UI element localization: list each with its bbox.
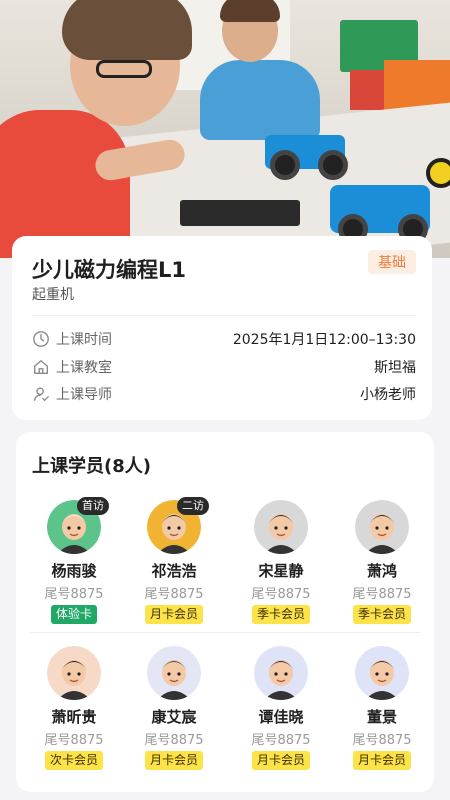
phone-tail: 尾号8875 [352, 733, 412, 748]
level-tag: 基础 [368, 250, 416, 274]
classroom-label: 上课教室 [56, 360, 112, 376]
student-item[interactable]: 二访祁浩浩尾号8875 月卡会员 [124, 497, 224, 624]
students-card: 上课学员(8人) 首访杨雨骏尾号8875 体验卡 二访祁浩浩尾号8875 月卡会员 宋星… [16, 432, 434, 792]
student-item[interactable]: 宋星静尾号8875 季卡会员 [231, 500, 331, 624]
avatar-wrap [355, 646, 409, 700]
avatar-wrap [47, 646, 101, 700]
teacher-value: 小杨老师 [360, 387, 416, 403]
student-item[interactable]: 董景尾号8875 月卡会员 [332, 646, 432, 770]
membership-tag: 次卡会员 [44, 751, 103, 770]
home-icon [32, 358, 50, 376]
membership-tag: 季卡会员 [251, 605, 310, 624]
classroom-row: 上课教室 斯坦福 [32, 356, 416, 378]
divider [32, 315, 416, 316]
clock-icon [32, 330, 50, 348]
student-item[interactable]: 谭佳晓尾号8875 月卡会员 [231, 646, 331, 770]
student-name: 萧鸿 [366, 562, 397, 580]
student-avatar [254, 500, 308, 554]
student-name: 康艾宸 [151, 708, 197, 726]
student-avatar [254, 646, 308, 700]
avatar-wrap: 二访 [147, 497, 209, 554]
phone-tail: 尾号8875 [44, 587, 104, 602]
course-info-card: 少儿磁力编程L1 起重机 基础 上课时间 2025年1月1日12:00–13:3… [12, 236, 432, 420]
course-title: 少儿磁力编程L1 [32, 258, 186, 282]
avatar-wrap [147, 646, 201, 700]
class-time-row: 上课时间 2025年1月1日12:00–13:30 [32, 328, 416, 350]
student-name: 萧昕贵 [51, 708, 97, 726]
student-name: 祁浩浩 [151, 562, 197, 580]
membership-tag: 月卡会员 [251, 751, 310, 770]
student-avatar [47, 646, 101, 700]
phone-tail: 尾号8875 [44, 733, 104, 748]
teacher-icon [32, 385, 50, 403]
student-avatar [355, 646, 409, 700]
avatar-wrap: 首访 [47, 497, 109, 554]
course-cover-photo [0, 0, 450, 258]
avatar-wrap [254, 646, 308, 700]
phone-tail: 尾号8875 [352, 587, 412, 602]
membership-tag: 月卡会员 [144, 605, 203, 624]
student-name: 杨雨骏 [51, 562, 97, 580]
student-item[interactable]: 康艾宸尾号8875 月卡会员 [124, 646, 224, 770]
phone-tail: 尾号8875 [251, 733, 311, 748]
membership-tag: 季卡会员 [352, 605, 411, 624]
student-avatar [355, 500, 409, 554]
student-avatar [147, 646, 201, 700]
class-time-label: 上课时间 [56, 332, 112, 348]
student-name: 宋星静 [258, 562, 304, 580]
student-item[interactable]: 萧鸿尾号8875 季卡会员 [332, 500, 432, 624]
course-subtitle: 起重机 [32, 287, 74, 303]
student-name: 谭佳晓 [258, 708, 304, 726]
teacher-label: 上课导师 [56, 387, 112, 403]
students-section-title: 上课学员(8人) [32, 456, 151, 477]
visit-badge: 首访 [77, 497, 109, 515]
avatar-wrap [355, 500, 409, 554]
student-item[interactable]: 首访杨雨骏尾号8875 体验卡 [24, 497, 124, 624]
phone-tail: 尾号8875 [144, 733, 204, 748]
membership-tag: 月卡会员 [352, 751, 411, 770]
teacher-row: 上课导师 小杨老师 [32, 383, 416, 405]
class-time-value: 2025年1月1日12:00–13:30 [232, 332, 416, 348]
phone-tail: 尾号8875 [251, 587, 311, 602]
student-item[interactable]: 萧昕贵尾号8875 次卡会员 [24, 646, 124, 770]
visit-badge: 二访 [177, 497, 209, 515]
membership-tag: 月卡会员 [144, 751, 203, 770]
divider [30, 632, 420, 633]
avatar-wrap [254, 500, 308, 554]
classroom-value: 斯坦福 [374, 360, 416, 376]
membership-tag: 体验卡 [50, 605, 97, 624]
student-name: 董景 [366, 708, 397, 726]
phone-tail: 尾号8875 [144, 587, 204, 602]
